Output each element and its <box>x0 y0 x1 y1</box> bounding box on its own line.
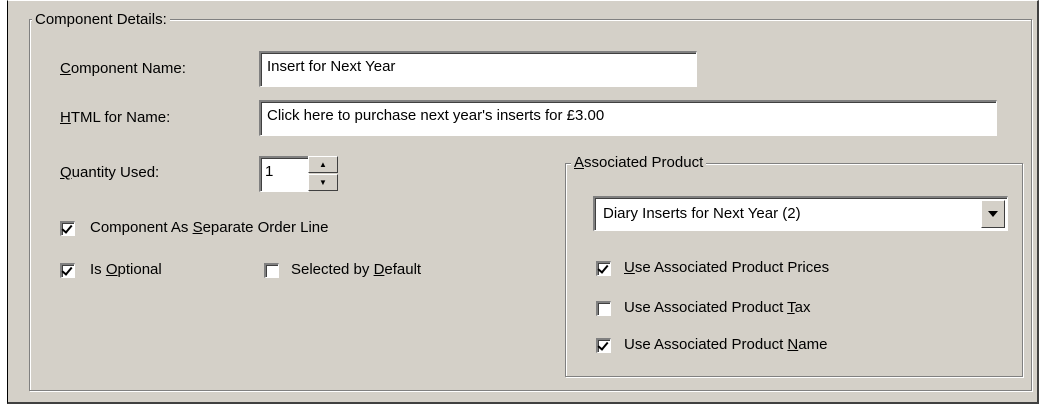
selected-by-default-label[interactable]: Selected by Default <box>291 261 421 279</box>
selected-by-default-label-post: efault <box>384 261 422 278</box>
use-tax-label-post: ax <box>794 299 811 316</box>
component-name-label: Component Name: <box>60 60 186 78</box>
separate-order-line-label-post: eparate Order Line <box>202 219 329 236</box>
use-name-label-post: ame <box>798 336 828 353</box>
spin-up-button[interactable]: ▲ <box>308 156 338 173</box>
component-name-label-accel: C <box>60 60 71 77</box>
spin-down-button[interactable]: ▼ <box>308 174 338 191</box>
use-prices-label-accel: U <box>624 259 635 276</box>
use-tax-label-accel: T <box>787 299 795 316</box>
quantity-used-value: 1 <box>265 163 274 180</box>
associated-product-select[interactable]: Diary Inserts for Next Year (2) <box>593 196 1008 231</box>
component-details-panel: Component Details: Component Name: Inser… <box>7 0 1039 404</box>
is-optional-label-accel: O <box>105 261 118 278</box>
html-for-name-label-text: TML for Name: <box>70 109 171 126</box>
quantity-spinner: ▲ ▼ <box>308 156 338 192</box>
html-for-name-value: Click here to purchase next year's inser… <box>267 107 605 124</box>
is-optional-label-pre: Is <box>90 261 106 278</box>
html-for-name-label-accel: H <box>60 109 71 126</box>
use-name-checkbox[interactable] <box>596 338 611 353</box>
is-optional-checkbox[interactable] <box>60 263 75 278</box>
use-name-label[interactable]: Use Associated Product Name <box>624 336 827 354</box>
quantity-used-label: Quantity Used: <box>60 164 159 182</box>
component-details-legend: Component Details: <box>32 11 170 29</box>
associated-product-legend-accel: A <box>574 154 585 171</box>
dropdown-arrow-icon[interactable] <box>981 200 1005 228</box>
use-tax-label[interactable]: Use Associated Product Tax <box>624 299 811 317</box>
separate-order-line-label[interactable]: Component As Separate Order Line <box>90 219 329 237</box>
use-name-label-pre: Use Associated Product <box>624 336 788 353</box>
associated-product-legend-text: ssociated Product <box>584 154 704 171</box>
separate-order-line-label-pre: Component As <box>90 219 193 236</box>
use-name-label-accel: N <box>787 336 799 353</box>
selected-by-default-label-accel: D <box>373 261 385 278</box>
quantity-used-input[interactable]: 1 <box>259 156 309 192</box>
component-name-label-text: omponent Name: <box>70 60 186 77</box>
quantity-used-label-text: uantity Used: <box>71 164 160 181</box>
use-prices-label[interactable]: Use Associated Product Prices <box>624 259 829 277</box>
component-name-value: Insert for Next Year <box>267 58 396 75</box>
use-prices-label-post: se Associated Product Prices <box>634 259 830 276</box>
component-name-input[interactable]: Insert for Next Year <box>259 51 697 87</box>
use-tax-label-pre: Use Associated Product <box>624 299 788 316</box>
associated-product-legend: Associated Product <box>571 154 707 172</box>
html-for-name-label: HTML for Name: <box>60 109 170 127</box>
use-prices-checkbox[interactable] <box>596 261 611 276</box>
html-for-name-input[interactable]: Click here to purchase next year's inser… <box>259 100 997 136</box>
is-optional-label[interactable]: Is Optional <box>90 261 162 279</box>
selected-by-default-checkbox[interactable] <box>264 263 279 278</box>
selected-by-default-label-pre: Selected by <box>291 261 374 278</box>
separate-order-line-label-accel: S <box>192 219 203 236</box>
separate-order-line-checkbox[interactable] <box>60 221 75 236</box>
is-optional-label-post: ptional <box>117 261 162 278</box>
quantity-used-label-accel: Q <box>60 164 72 181</box>
associated-product-value: Diary Inserts for Next Year (2) <box>603 205 801 222</box>
use-tax-checkbox[interactable] <box>596 301 611 316</box>
